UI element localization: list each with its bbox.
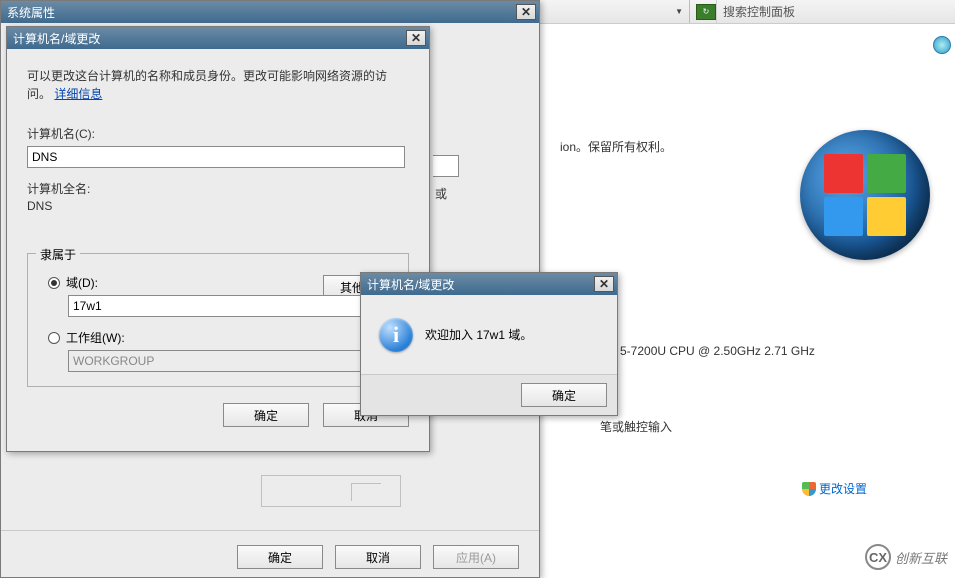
workgroup-input: [68, 350, 398, 372]
watermark-logo: CX: [865, 544, 891, 570]
apply-button: 应用(A): [433, 545, 519, 569]
change-settings-label: 更改设置: [819, 480, 867, 497]
watermark: CX 创新互联: [865, 544, 947, 570]
more-info-link[interactable]: 详细信息: [54, 87, 102, 101]
ok-button[interactable]: 确定: [223, 403, 309, 427]
message-box-titlebar[interactable]: 计算机名/域更改 ✕: [361, 273, 617, 295]
touch-info: 笔或触控输入: [600, 418, 672, 435]
close-icon[interactable]: ✕: [516, 4, 536, 20]
hidden-input-fragment: [433, 155, 459, 177]
full-name-label: 计算机全名:: [27, 180, 409, 197]
watermark-text: 创新互联: [895, 548, 947, 567]
search-input[interactable]: 搜索控制面板: [716, 0, 955, 23]
domain-input[interactable]: [68, 295, 398, 317]
windows-logo: [800, 130, 930, 260]
welcome-message-box: 计算机名/域更改 ✕ i 欢迎加入 17w1 域。 确定: [360, 272, 618, 416]
ok-button[interactable]: 确定: [237, 545, 323, 569]
computer-name-input[interactable]: [27, 146, 405, 168]
domain-label: 域(D):: [66, 274, 98, 291]
computer-name-label: 计算机名(C):: [27, 125, 409, 142]
workgroup-label: 工作组(W):: [66, 329, 125, 346]
hidden-label-fragment: 或: [435, 185, 447, 202]
member-of-legend: 隶属于: [36, 246, 80, 263]
ok-button[interactable]: 确定: [521, 383, 607, 407]
address-bar: ▼ ↻ 搜索控制面板: [540, 0, 955, 24]
domain-radio[interactable]: [48, 277, 60, 289]
change-settings-link[interactable]: 更改设置: [802, 480, 867, 497]
close-icon[interactable]: ✕: [406, 30, 426, 46]
system-properties-titlebar[interactable]: 系统属性 ✕: [1, 1, 539, 23]
message-text: 欢迎加入 17w1 域。: [425, 326, 532, 343]
workgroup-radio[interactable]: [48, 332, 60, 344]
name-change-title: 计算机名/域更改: [13, 30, 100, 47]
cancel-button[interactable]: 取消: [335, 545, 421, 569]
info-icon: i: [379, 318, 413, 352]
help-icon[interactable]: [933, 36, 951, 54]
refresh-button[interactable]: ↻: [696, 4, 716, 20]
dropdown-icon[interactable]: ▼: [675, 7, 683, 16]
name-change-titlebar[interactable]: 计算机名/域更改 ✕: [7, 27, 429, 49]
close-icon[interactable]: ✕: [594, 276, 614, 292]
cpu-info: 5-7200U CPU @ 2.50GHz 2.71 GHz: [620, 344, 815, 358]
nav-history: ▼: [540, 0, 690, 23]
message-box-title: 计算机名/域更改: [367, 276, 454, 293]
panel-fragment-2: [351, 483, 381, 501]
copyright-text: ion。保留所有权利。: [560, 138, 672, 155]
description-text: 可以更改这台计算机的名称和成员身份。更改可能影响网络资源的访问。 详细信息: [27, 67, 409, 103]
full-name-value: DNS: [27, 199, 409, 213]
shield-icon: [802, 482, 816, 496]
system-properties-title: 系统属性: [7, 4, 55, 21]
